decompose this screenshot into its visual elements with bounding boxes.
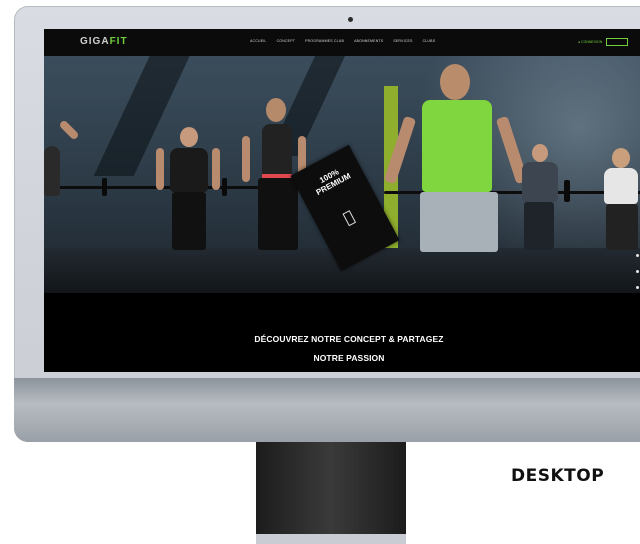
- person-left-edge: [44, 146, 60, 196]
- section-tagline: DÉCOUVREZ NOTRE CONCEPT & PARTAGEZ NOTRE…: [44, 330, 640, 368]
- person-head: [266, 98, 286, 122]
- menu-item-clubs[interactable]: CLUBS: [423, 39, 436, 43]
- premium-badge-text: 100% PREMIUM: [314, 167, 353, 197]
- camera-icon: [348, 17, 353, 22]
- person-head: [440, 64, 470, 100]
- hero-image: 100% PREMIUM: [44, 56, 640, 293]
- badge-logo-icon: [342, 210, 357, 227]
- person-head: [612, 148, 630, 168]
- menu-item-programmes[interactable]: PROGRAMMES CLUB: [305, 39, 344, 43]
- menu-toggle-button[interactable]: [606, 38, 629, 46]
- person-torso: [170, 148, 208, 192]
- person-torso: [604, 168, 638, 204]
- intro-section: DÉCOUVREZ NOTRE CONCEPT & PARTAGEZ NOTRE…: [44, 293, 640, 372]
- monitor-stand-base: [256, 534, 406, 544]
- monitor-stand: [256, 442, 406, 544]
- nav-actions: ● CONNEXION: [578, 38, 629, 46]
- slider-dot[interactable]: [636, 254, 639, 257]
- barbell: [44, 186, 264, 189]
- menu-item-concept[interactable]: CONCEPT: [277, 39, 296, 43]
- person-torso: [262, 124, 292, 178]
- slider-dot[interactable]: [636, 270, 639, 273]
- trainer-green-shirt: [422, 100, 492, 192]
- slider-dot[interactable]: [636, 286, 639, 289]
- person-head: [180, 127, 198, 147]
- tagline-line-1: DÉCOUVREZ NOTRE CONCEPT & PARTAGEZ: [254, 334, 444, 344]
- slider-dots: [636, 254, 639, 289]
- menu-item-abonnements[interactable]: ABONNEMENTS: [354, 39, 383, 43]
- logo-main: GIGA: [80, 36, 110, 47]
- monitor-chin: [14, 378, 640, 442]
- tagline-line-2: NOTRE PASSION: [313, 353, 385, 363]
- login-link[interactable]: ● CONNEXION: [578, 40, 602, 44]
- menu-item-services[interactable]: SERVICES: [393, 39, 412, 43]
- monitor-screen: GIGAFIT ACCUEIL CONCEPT PROGRAMMES CLUB …: [44, 29, 640, 372]
- site-navbar: GIGAFIT ACCUEIL CONCEPT PROGRAMMES CLUB …: [44, 29, 640, 56]
- site-logo[interactable]: GIGAFIT: [80, 36, 128, 47]
- main-menu: ACCUEIL CONCEPT PROGRAMMES CLUB ABONNEME…: [250, 39, 435, 43]
- device-caption: DESKTOP: [511, 466, 605, 486]
- menu-item-accueil[interactable]: ACCUEIL: [250, 39, 267, 43]
- monitor-frame: GIGAFIT ACCUEIL CONCEPT PROGRAMMES CLUB …: [14, 6, 640, 442]
- logo-accent: FIT: [109, 36, 128, 47]
- person-torso: [522, 162, 558, 202]
